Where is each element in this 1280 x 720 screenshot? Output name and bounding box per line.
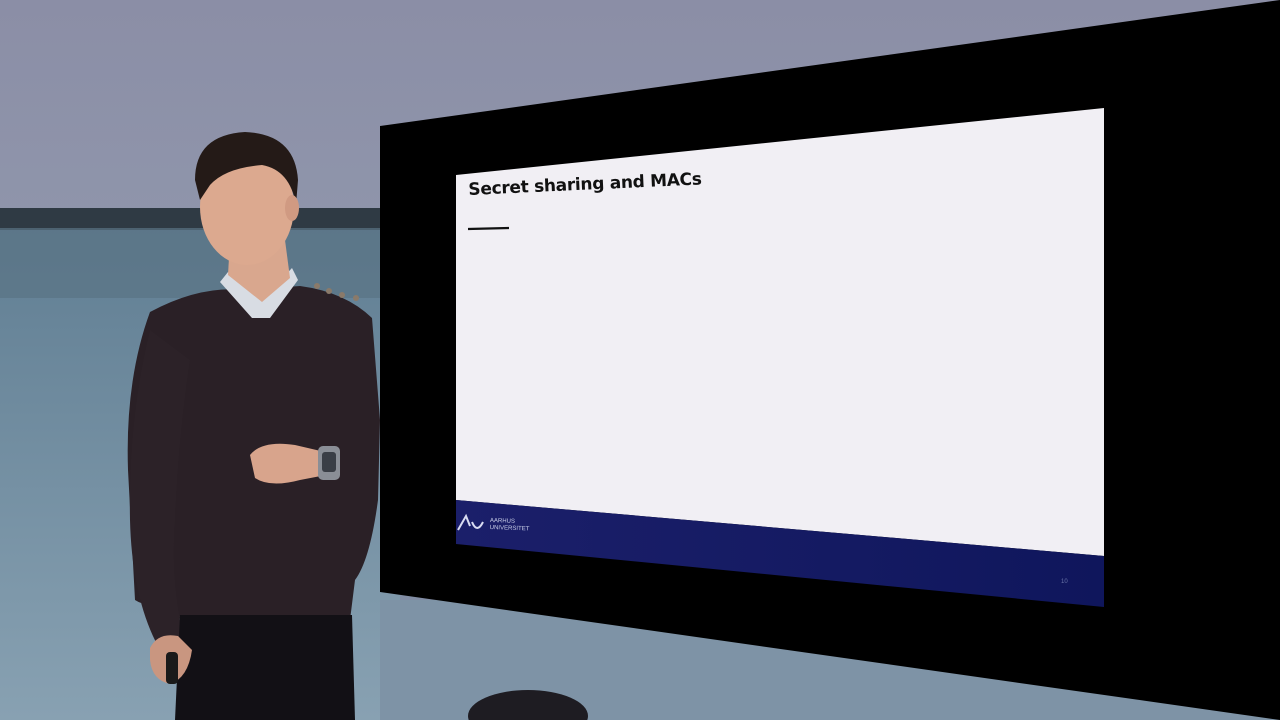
audience-head — [468, 690, 588, 720]
slide-page-number: 10 — [1061, 579, 1068, 585]
university-logo-text: AARHUS UNIVERSITET — [490, 518, 530, 533]
logo-line-2: UNIVERSITET — [489, 524, 530, 533]
trousers — [175, 615, 355, 720]
speaker-figure — [127, 132, 588, 720]
presentation-clicker — [166, 652, 178, 684]
lecture-scene: Secret sharing and MACs AARHUS UNIVERSIT… — [0, 0, 1280, 720]
